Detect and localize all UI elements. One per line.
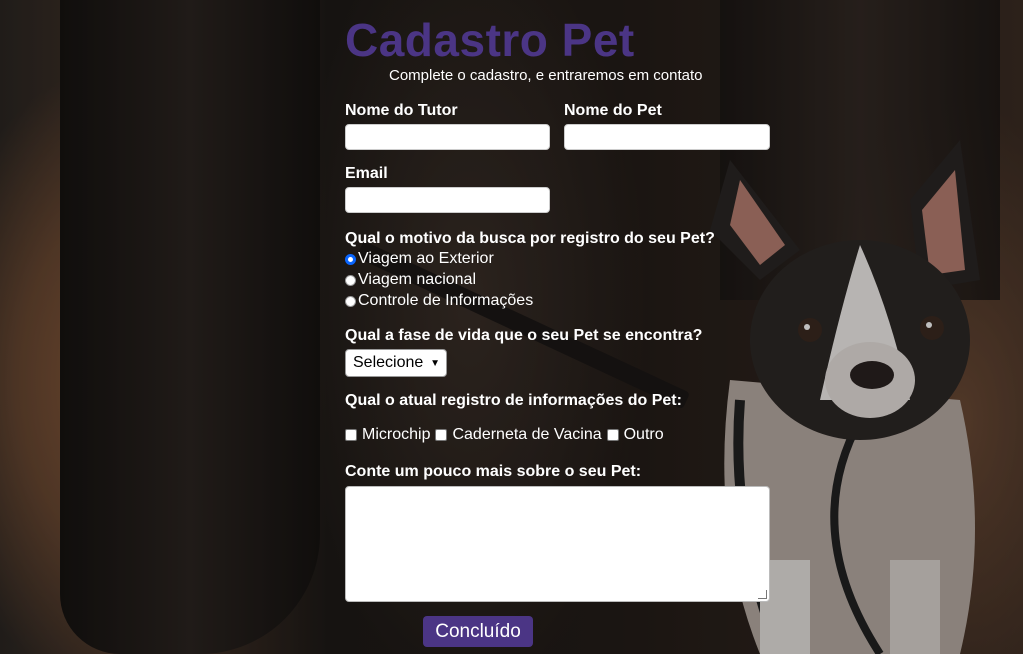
page-title: Cadastro Pet: [345, 14, 635, 66]
registro-checkbox-group: Microchip Caderneta de Vacina Outro: [345, 426, 664, 444]
radio-button[interactable]: [345, 295, 356, 307]
tutor-name-input[interactable]: [345, 124, 550, 150]
email-input[interactable]: [345, 187, 550, 213]
checkbox-label: Caderneta de Vacina: [452, 426, 602, 443]
email-label: Email: [345, 165, 388, 182]
radio-button-selected[interactable]: [345, 253, 356, 265]
radio-label: Controle de Informações: [358, 292, 534, 309]
radio-option-viagem-exterior[interactable]: Viagem ao Exterior: [345, 250, 494, 268]
fase-select-value: Selecione: [353, 354, 424, 371]
radio-option-controle-informacoes[interactable]: Controle de Informações: [345, 292, 533, 310]
chevron-down-icon: ▼: [430, 357, 440, 369]
motivo-question: Qual o motivo da busca por registro do s…: [345, 230, 715, 247]
checkbox-microchip[interactable]: [345, 429, 357, 441]
pet-name-label: Nome do Pet: [564, 102, 662, 119]
checkbox-outro[interactable]: [606, 429, 619, 441]
radio-label: Viagem nacional: [358, 271, 477, 288]
checkbox-label: Outro: [623, 426, 664, 443]
tutor-name-label: Nome do Tutor: [345, 102, 458, 119]
radio-button[interactable]: [345, 274, 356, 286]
checkbox-label: Microchip: [362, 426, 431, 443]
registro-question: Qual o atual registro de informações do …: [345, 392, 682, 409]
pet-name-input[interactable]: [564, 124, 770, 150]
fase-select[interactable]: Selecione ▼: [345, 349, 447, 377]
page-subtitle: Complete o cadastro, e entraremos em con…: [389, 67, 703, 84]
about-label: Conte um pouco mais sobre o seu Pet:: [345, 463, 642, 480]
radio-option-viagem-nacional[interactable]: Viagem nacional: [345, 271, 476, 289]
submit-button[interactable]: Concluído: [423, 616, 533, 647]
checkbox-caderneta[interactable]: [435, 429, 448, 441]
radio-label: Viagem ao Exterior: [358, 250, 494, 267]
resize-handle-icon[interactable]: [758, 590, 767, 599]
about-textarea[interactable]: [345, 486, 770, 602]
fase-question: Qual a fase de vida que o seu Pet se enc…: [345, 327, 703, 344]
